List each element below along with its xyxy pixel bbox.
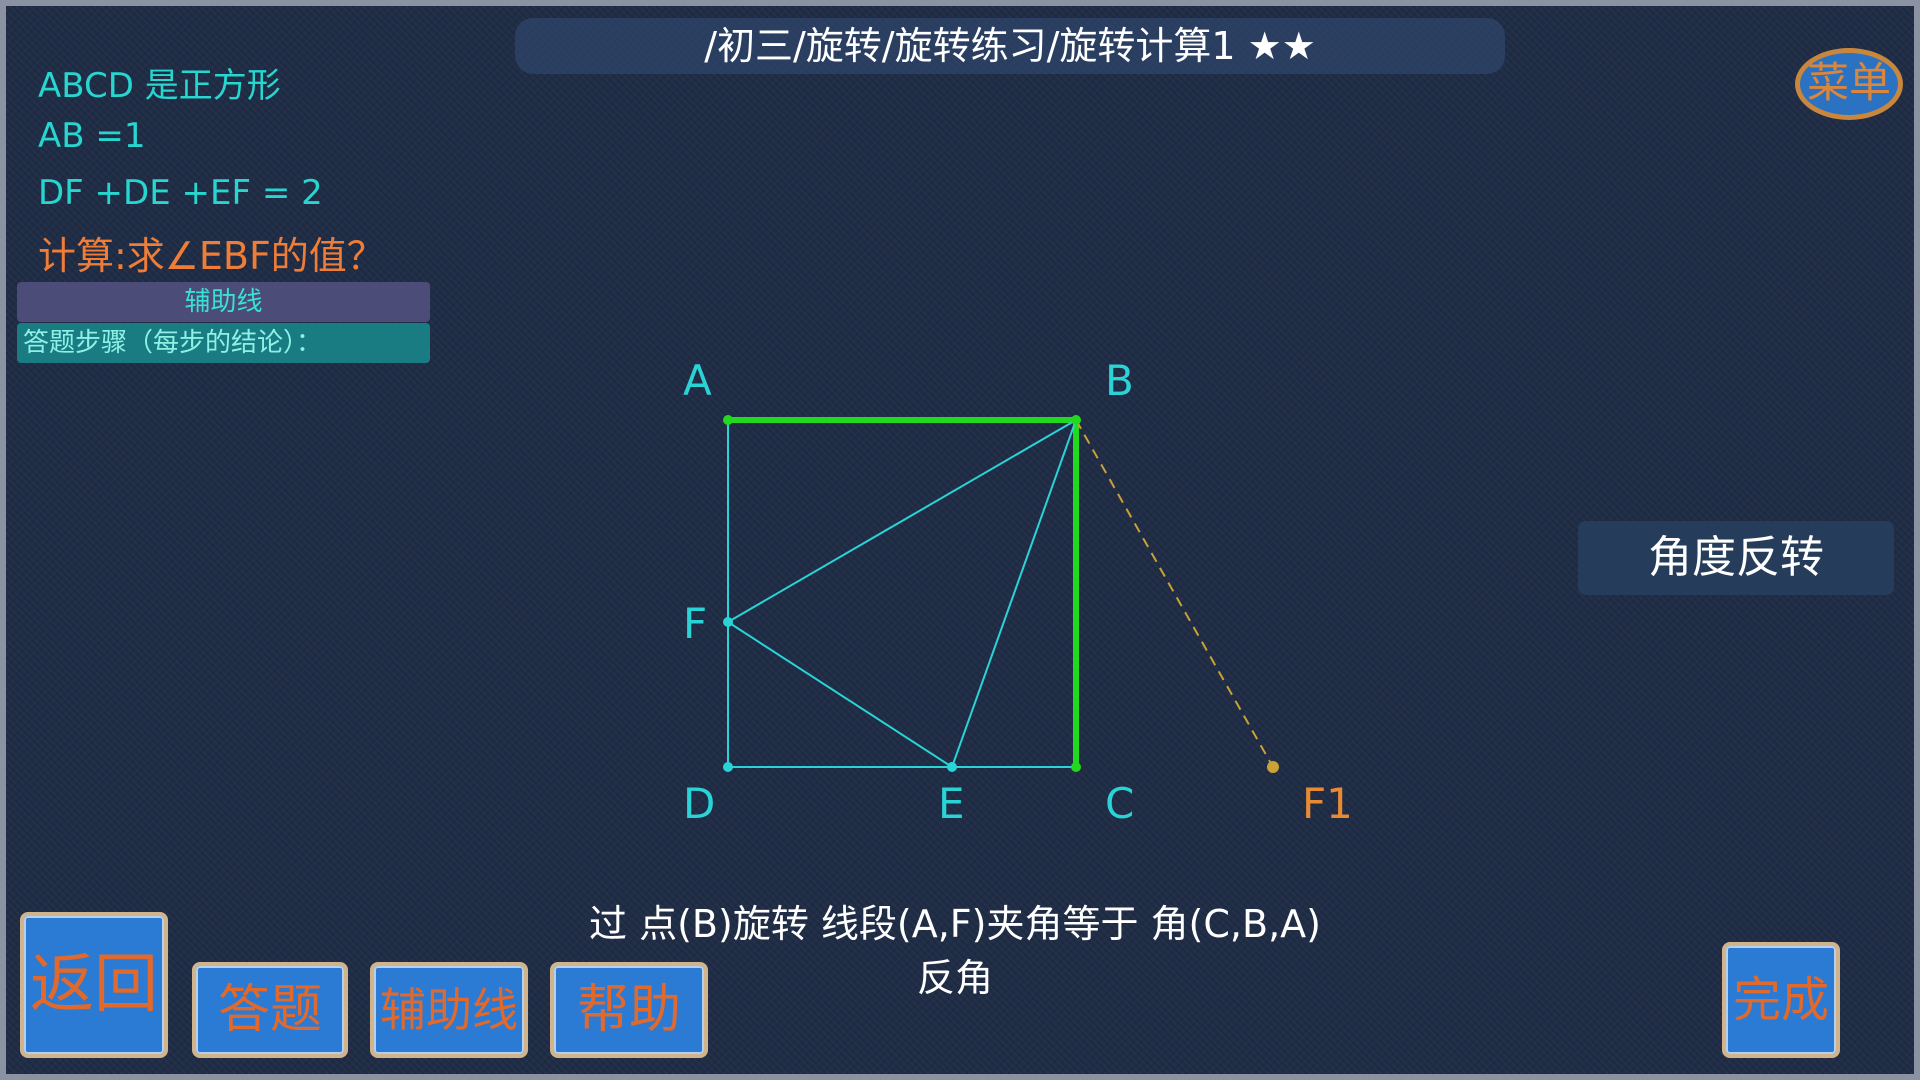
label-F1: F1	[1302, 779, 1353, 828]
point-C	[1071, 762, 1081, 772]
point-E	[947, 762, 957, 772]
segment-BE	[951, 419, 1077, 768]
label-B: B	[1105, 356, 1134, 405]
segment-BF1-dashed	[1075, 419, 1274, 768]
label-E: E	[938, 779, 965, 828]
hint-text-line1: 过 点(B)旋转 线段(A,F)夹角等于 角(C,B,A)	[589, 902, 1321, 946]
point-F1	[1267, 761, 1279, 773]
point-D	[723, 762, 733, 772]
done-button[interactable]: 完成	[1722, 942, 1840, 1058]
point-A	[723, 415, 733, 425]
label-F: F	[683, 599, 707, 648]
angle-flip-button[interactable]: 角度反转	[1578, 521, 1894, 595]
point-B	[1071, 415, 1081, 425]
help-button[interactable]: 帮助	[550, 962, 708, 1058]
label-A: A	[683, 356, 712, 405]
segment-FE	[727, 621, 953, 768]
label-C: C	[1105, 779, 1134, 828]
label-D: D	[683, 779, 715, 828]
segment-BF	[727, 419, 1077, 623]
back-button[interactable]: 返回	[20, 912, 168, 1058]
point-F	[723, 617, 733, 627]
aux-line-button[interactable]: 辅助线	[370, 962, 528, 1058]
answer-button[interactable]: 答题	[192, 962, 348, 1058]
